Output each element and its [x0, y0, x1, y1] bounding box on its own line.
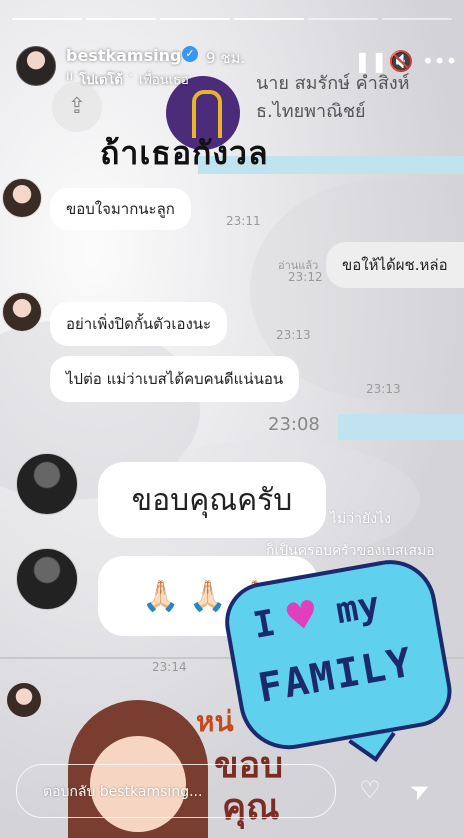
- chat-avatar: [2, 292, 42, 332]
- reply-placeholder: ตอบกลับ bestkamsing...: [43, 784, 203, 800]
- music-dot: ·: [128, 69, 133, 84]
- family-sticker[interactable]: I ♥ my FAMILY: [218, 552, 458, 763]
- progress-segment: [234, 18, 304, 20]
- message-time: 23:14: [152, 660, 187, 674]
- music-bars-icon: ıı: [66, 69, 74, 84]
- chat-avatar-boy: [16, 548, 78, 610]
- reply-input[interactable]: ตอบกลับ bestkamsing...: [16, 764, 336, 818]
- chat-message-sent: ขอให้ได้ผช.หล่อ: [326, 242, 464, 288]
- message-time: 23:11: [226, 214, 261, 228]
- message-time: 23:12: [288, 270, 323, 284]
- username[interactable]: bestkamsing: [66, 46, 181, 65]
- progress-segment: [160, 18, 230, 20]
- message-time: 23:13: [276, 328, 311, 342]
- music-title: โปเตโต้: [79, 73, 123, 88]
- chat-avatar: [2, 178, 42, 218]
- music-song: เพื่อนเธอ: [138, 73, 189, 88]
- profile-avatar[interactable]: [16, 46, 56, 86]
- sticker-text: my: [332, 584, 383, 633]
- overlay-text: ไม่ว่ายังไง: [330, 511, 391, 527]
- like-icon[interactable]: ♡: [354, 774, 386, 806]
- chat-bar: [338, 414, 464, 440]
- progress-segment: [86, 18, 156, 20]
- more-icon[interactable]: •••: [422, 48, 457, 74]
- pause-icon[interactable]: ❚❚: [354, 48, 388, 74]
- chat-message-large: ขอบคุณครับ: [98, 462, 326, 538]
- message-time: 23:08: [268, 414, 320, 435]
- speaker-muted-icon[interactable]: 🔇: [388, 48, 414, 74]
- chat-avatar-boy: [16, 453, 78, 515]
- chat-avatar: [6, 682, 42, 718]
- chat-message: ขอบใจมากนะลูก: [50, 188, 191, 230]
- progress-segment: [12, 18, 82, 20]
- story-header: bestkamsing ✓ 9 ชม. ıı โปเตโต้ · เพื่อนเ…: [16, 42, 457, 90]
- music-label[interactable]: ıı โปเตโต้ · เพื่อนเธอ: [66, 69, 189, 90]
- bank-name: ธ.ไทยพาณิชย์: [256, 101, 366, 122]
- message-time: 23:13: [366, 382, 401, 396]
- post-time: 9 ชม.: [206, 49, 246, 67]
- verified-badge-icon: ✓: [182, 46, 198, 62]
- heart-icon: ♥: [281, 591, 323, 641]
- chat-message: อย่าเพิ่งปิดกั้นตัวเองนะ: [50, 302, 228, 346]
- progress-segment: [382, 18, 452, 20]
- story-canvas: นาย สมรักษ์ คำสิงห์ ธ.ไทยพาณิชย์ ⇪ ถ้าเธ…: [0, 0, 464, 838]
- progress-segment: [308, 18, 378, 20]
- story-progress: [12, 18, 452, 20]
- chat-message: ไปต่อ แม่ว่าเบสได้คบคนดีแน่นอน: [50, 356, 300, 402]
- story-caption: ถ้าเธอกังวล: [100, 134, 269, 172]
